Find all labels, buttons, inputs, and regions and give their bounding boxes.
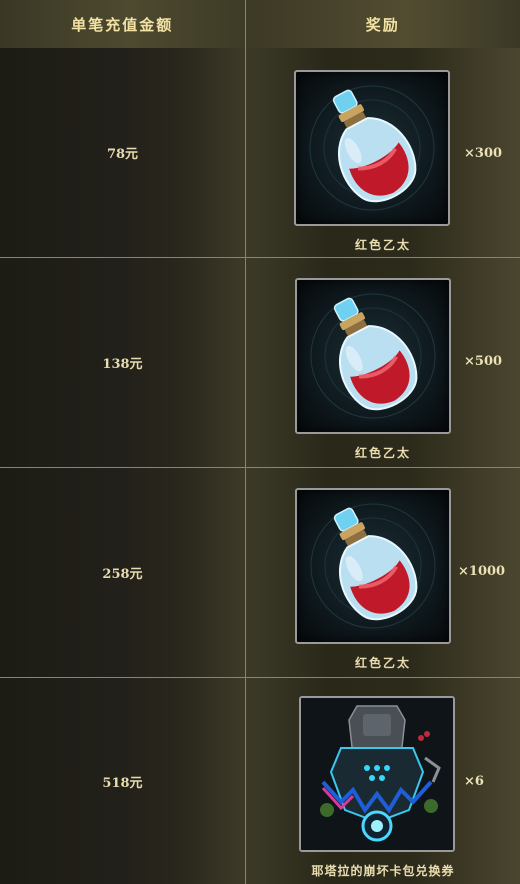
red-ether-potion-icon	[295, 278, 451, 434]
reward-table: 单笔充值金额 奖励 78元 ×300 红色乙太 138元 ×500 红色乙太 2…	[0, 0, 520, 884]
reward-name: 红色乙太	[354, 238, 411, 252]
header-reward: 奖励	[365, 15, 400, 34]
table-row: 78元 ×300 红色乙太	[0, 48, 520, 258]
recharge-amount: 518元	[0, 678, 246, 884]
red-ether-potion-icon	[295, 488, 451, 644]
reward-name: 红色乙太	[354, 656, 411, 670]
reward-quantity: ×300	[464, 146, 503, 161]
recharge-amount: 258元	[0, 468, 246, 677]
recharge-amount: 138元	[0, 258, 246, 467]
card-pack-voucher-icon	[299, 696, 455, 852]
reward-quantity: ×500	[464, 354, 503, 369]
reward-cell: ×6 耶塔拉的崩坏卡包兑换券	[246, 678, 520, 884]
header-amount: 单笔充值金额	[0, 0, 246, 48]
recharge-amount: 78元	[0, 48, 246, 257]
reward-cell: ×300 红色乙太	[246, 48, 520, 257]
table-header: 单笔充值金额 奖励	[0, 0, 520, 50]
red-ether-potion-icon	[294, 70, 450, 226]
table-row: 258元 ×1000 红色乙太	[0, 468, 520, 678]
reward-quantity: ×6	[464, 774, 484, 789]
reward-cell: ×500 红色乙太	[246, 258, 520, 467]
table-row: 138元 ×500 红色乙太	[0, 258, 520, 468]
reward-name: 红色乙太	[354, 446, 411, 460]
reward-cell: ×1000 红色乙太	[246, 468, 520, 677]
table-row: 518元 ×6 耶塔拉的崩坏卡包兑换券	[0, 678, 520, 884]
reward-quantity: ×1000	[458, 564, 506, 579]
reward-name: 耶塔拉的崩坏卡包兑换券	[311, 864, 455, 878]
